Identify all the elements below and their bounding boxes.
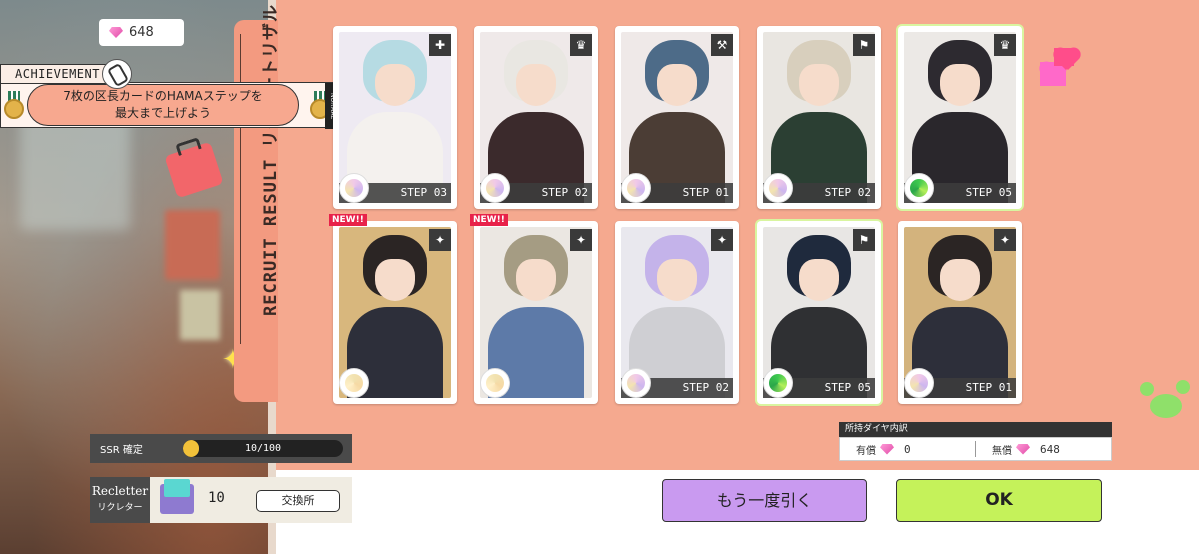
achievement-line-1: 7枚の区長カードのHAMAステップを bbox=[63, 89, 263, 103]
card-art-face bbox=[657, 259, 697, 301]
crab-icon bbox=[1140, 380, 1190, 426]
character-card[interactable]: STEP 02 ⚑ bbox=[757, 26, 881, 209]
character-card[interactable]: STEP 05 ⚑ bbox=[757, 221, 881, 404]
character-card[interactable]: ✦ NEW!! bbox=[329, 214, 457, 404]
flag-icon: ⚑ bbox=[853, 229, 875, 251]
hand-sparkle-icon: ✦ bbox=[429, 229, 451, 251]
recletter-count: 10 bbox=[208, 490, 225, 506]
diamond-balance: 648 bbox=[99, 19, 184, 46]
rarity-icon bbox=[763, 368, 793, 398]
rarity-icon bbox=[339, 173, 369, 203]
rarity-icon bbox=[904, 173, 934, 203]
card-step: STEP 02 bbox=[682, 381, 729, 394]
card-art-face bbox=[375, 64, 415, 106]
jester-hat-icon: ♛ bbox=[570, 34, 592, 56]
achievement-text: 7枚の区長カードのHAMAステップを 最大まで上げよう bbox=[27, 84, 299, 126]
pink-gem-icon bbox=[1016, 443, 1030, 455]
card-step: STEP 02 bbox=[541, 186, 588, 199]
medal-icon bbox=[3, 91, 25, 119]
card-step: STEP 01 bbox=[682, 186, 729, 199]
achievement-line-2: 最大まで上げよう bbox=[114, 106, 211, 120]
diamond-breakdown: 所持ダイヤ内訳 有償 0 無償 648 bbox=[839, 422, 1112, 462]
card-step: STEP 03 bbox=[400, 186, 447, 199]
hand-sparkle-icon: ✦ bbox=[994, 229, 1016, 251]
rarity-icon bbox=[480, 173, 510, 203]
card-art-face bbox=[799, 259, 839, 301]
free-value: 648 bbox=[1040, 442, 1060, 456]
diamond-breakdown-title: 所持ダイヤ内訳 bbox=[839, 422, 1112, 437]
rarity-icon bbox=[621, 173, 651, 203]
recruit-result-tab: RECRUIT RESULT リクルートリザルト bbox=[234, 0, 281, 402]
new-badge: NEW!! bbox=[329, 214, 367, 226]
medical-case-icon: ✚ bbox=[429, 34, 451, 56]
ssr-gauge-label: SSR 確定 bbox=[100, 445, 143, 456]
heart-icon bbox=[1054, 48, 1074, 66]
character-card[interactable]: STEP 05 ♛ bbox=[898, 26, 1022, 209]
background-poster bbox=[165, 210, 220, 280]
recletter-subtitle: リクレター bbox=[97, 503, 143, 513]
hand-sparkle-icon: ✦ bbox=[570, 229, 592, 251]
character-card[interactable]: STEP 03 ✚ bbox=[333, 26, 457, 209]
rarity-icon bbox=[339, 368, 369, 398]
new-badge: NEW!! bbox=[470, 214, 508, 226]
card-step: STEP 05 bbox=[965, 186, 1012, 199]
character-card[interactable]: ✦ NEW!! bbox=[470, 214, 598, 404]
flag-icon: ⚑ bbox=[853, 34, 875, 56]
card-art-face bbox=[516, 259, 556, 301]
card-art-face bbox=[799, 64, 839, 106]
ssr-gauge-text: 10/100 bbox=[244, 443, 282, 454]
background-poster bbox=[180, 290, 220, 340]
card-art-face bbox=[940, 64, 980, 106]
rarity-icon bbox=[621, 368, 651, 398]
free-label: 無償 bbox=[992, 445, 1012, 457]
pink-gem-icon bbox=[880, 443, 894, 455]
achievement-label: ACHIEVEMENT bbox=[0, 64, 112, 84]
card-step: STEP 02 bbox=[824, 186, 871, 199]
rarity-icon bbox=[763, 173, 793, 203]
achievement-toggle-icon[interactable] bbox=[102, 59, 132, 89]
card-art-face bbox=[375, 259, 415, 301]
paid-label: 有償 bbox=[856, 445, 876, 457]
draw-again-button[interactable]: もう一度引く bbox=[662, 479, 867, 522]
exchange-button[interactable]: 交換所 bbox=[256, 490, 340, 512]
card-step: STEP 05 bbox=[824, 381, 871, 394]
paid-value: 0 bbox=[904, 442, 911, 456]
diamond-balance-value: 648 bbox=[129, 25, 154, 40]
character-card[interactable]: STEP 02 ✦ bbox=[615, 221, 739, 404]
achievement-banner[interactable]: 7枚の区長カードのHAMAステップを 最大まで上げよう NORMAL bbox=[0, 82, 340, 129]
card-step: STEP 01 bbox=[965, 381, 1012, 394]
character-card[interactable]: STEP 02 ♛ bbox=[474, 26, 598, 209]
background-window bbox=[20, 110, 130, 230]
jester-hat-icon: ♛ bbox=[994, 34, 1016, 56]
card-art-face bbox=[657, 64, 697, 106]
envelope-icon bbox=[160, 479, 194, 514]
pink-gem-icon bbox=[109, 27, 123, 38]
hand-sparkle-icon: ✦ bbox=[711, 229, 733, 251]
recletter-panel: Recletter リクレター 10 交換所 bbox=[90, 477, 352, 523]
ssr-guarantee-gauge: SSR 確定 10/100 bbox=[90, 434, 352, 463]
recletter-label: Recletter リクレター bbox=[90, 477, 150, 523]
character-card[interactable]: STEP 01 ✦ bbox=[898, 221, 1022, 404]
card-art-face bbox=[940, 259, 980, 301]
recletter-title: Recletter bbox=[91, 484, 149, 498]
ok-button[interactable]: OK bbox=[896, 479, 1102, 522]
rarity-icon bbox=[480, 368, 510, 398]
character-card[interactable]: STEP 01 ⚒ bbox=[615, 26, 739, 209]
tab-label: RECRUIT RESULT リクルートリザルト bbox=[261, 0, 281, 316]
drill-icon: ⚒ bbox=[711, 34, 733, 56]
card-art-face bbox=[516, 64, 556, 106]
rarity-icon bbox=[904, 368, 934, 398]
